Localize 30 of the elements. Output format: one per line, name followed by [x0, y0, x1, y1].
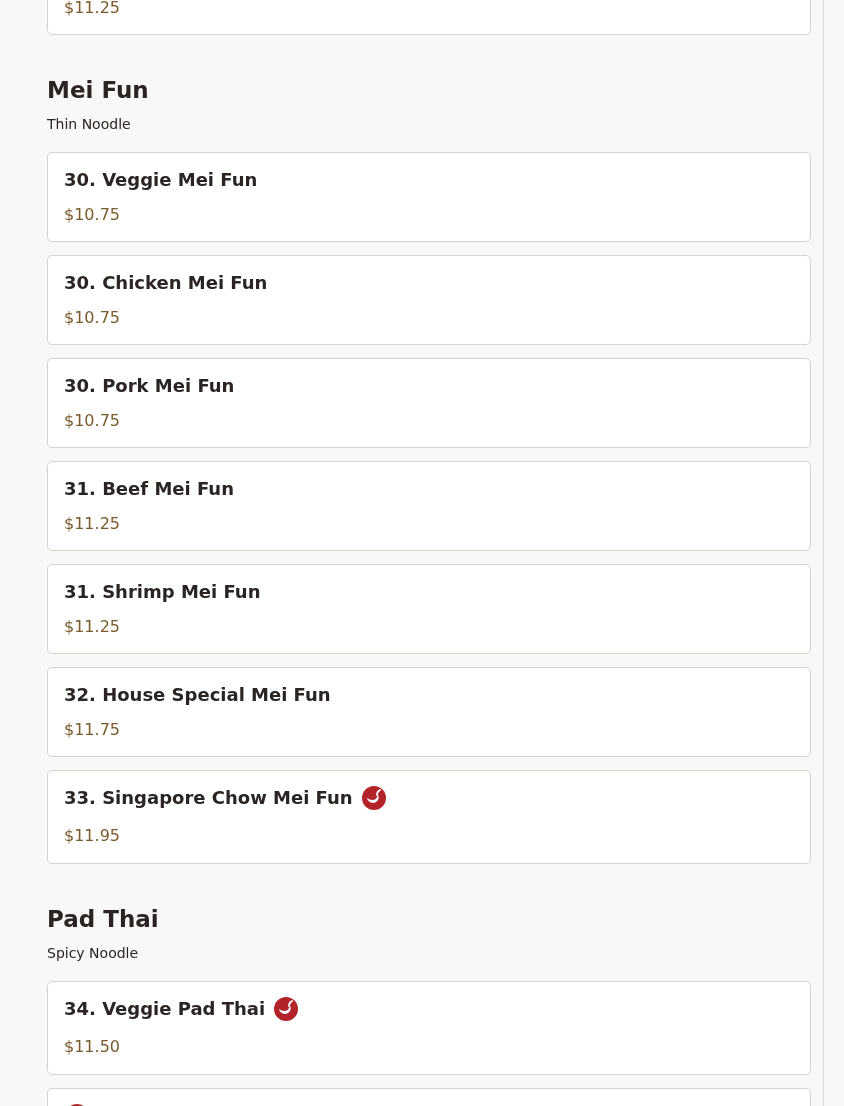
section-subtitle: Spicy Noodle: [47, 944, 139, 963]
section-subtitle: Thin Noodle: [47, 115, 131, 134]
item-name: 30. Chicken Mei Fun: [64, 271, 268, 295]
menu-item-card[interactable]: 34. Veggie Pad Thai $11.50: [47, 981, 811, 1075]
item-price: $11.25: [64, 616, 120, 638]
item-price: $10.75: [64, 410, 120, 432]
menu-item-card[interactable]: 32. House Special Mei Fun $11.75: [47, 667, 811, 757]
menu-item-card[interactable]: 30. Pork Mei Fun $10.75: [47, 358, 811, 448]
item-price: $10.75: [64, 307, 120, 329]
menu-item-card[interactable]: $11.25: [47, 0, 811, 35]
menu-item-card[interactable]: 30. Veggie Mei Fun $10.75: [47, 152, 811, 242]
item-price: $11.50: [64, 1036, 120, 1058]
item-name: 32. House Special Mei Fun: [64, 683, 331, 707]
item-name: 30. Pork Mei Fun: [64, 374, 235, 398]
item-name: 30. Veggie Mei Fun: [64, 168, 258, 192]
section-heading: Pad Thai: [47, 905, 159, 934]
item-price: $11.75: [64, 719, 120, 741]
item-name: 34. Veggie Pad Thai: [64, 997, 266, 1021]
item-name: 33. Singapore Chow Mei Fun: [64, 786, 353, 810]
section-heading: Mei Fun: [47, 76, 149, 105]
item-price: $11.25: [64, 513, 120, 535]
item-price: $10.75: [64, 204, 120, 226]
menu-item-card[interactable]: 30. Chicken Mei Fun $10.75: [47, 255, 811, 345]
menu-item-card[interactable]: 33. Singapore Chow Mei Fun $11.95: [47, 770, 811, 864]
menu-item-card[interactable]: 31. Shrimp Mei Fun $11.25: [47, 564, 811, 654]
item-name: 31. Shrimp Mei Fun: [64, 580, 261, 604]
item-price: $11.25: [64, 0, 120, 19]
menu-item-card[interactable]: 31. Beef Mei Fun $11.25: [47, 461, 811, 551]
item-name: 31. Beef Mei Fun: [64, 477, 234, 501]
item-price: $11.95: [64, 825, 120, 847]
